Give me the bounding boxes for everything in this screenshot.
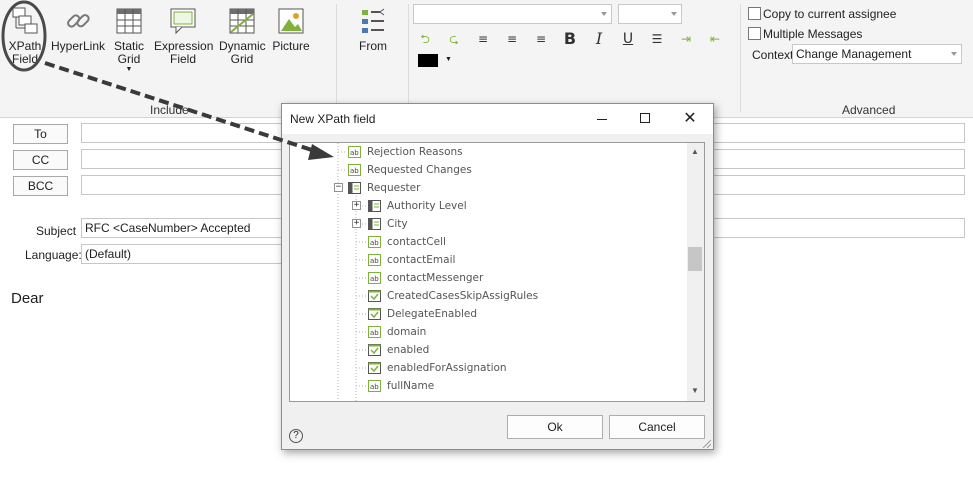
text-attribute-icon: ab	[348, 164, 361, 176]
svg-text:ab: ab	[370, 275, 379, 283]
tree-item-label: contactEmail	[387, 254, 456, 266]
tree-item-label: City	[387, 218, 408, 230]
boolean-attribute-icon	[368, 290, 381, 302]
svg-text:ab: ab	[370, 257, 379, 265]
resize-grip-icon[interactable]	[701, 437, 712, 449]
text-attribute-icon: ab	[348, 146, 361, 158]
cancel-button[interactable]: Cancel	[609, 415, 705, 439]
dialog-title: New XPath field	[290, 112, 376, 126]
svg-text:ab: ab	[370, 329, 379, 337]
text-attribute-icon: ab	[368, 326, 381, 338]
tree-item-label: Authority Level	[387, 200, 467, 212]
to-button[interactable]: To	[13, 124, 68, 144]
help-icon[interactable]: ?	[289, 429, 303, 443]
scroll-up-icon[interactable]: ▲	[691, 147, 699, 156]
text-attribute-icon: ab	[368, 272, 381, 284]
annotation-oval	[1, 0, 47, 72]
text-attribute-icon: ab	[368, 380, 381, 392]
boolean-attribute-icon	[368, 308, 381, 320]
expand-city-icon[interactable]: +	[352, 219, 361, 228]
svg-text:ab: ab	[350, 149, 359, 157]
tree-item-label: enabledForAssignation	[387, 362, 507, 374]
tree-item-label: Requested Changes	[367, 164, 472, 176]
email-body-text: Dear	[11, 290, 44, 307]
tree-item-label: Rejection Reasons	[367, 146, 463, 158]
boolean-attribute-icon	[368, 344, 381, 356]
boolean-attribute-icon	[368, 362, 381, 374]
tree-item-label: contactCell	[387, 236, 446, 248]
svg-text:ab: ab	[370, 239, 379, 247]
tree-item-label: DelegateEnabled	[387, 308, 478, 320]
svg-text:ab: ab	[370, 383, 379, 391]
entity-icon	[368, 200, 381, 212]
tree-item-label: enabled	[387, 344, 430, 356]
bcc-button[interactable]: BCC	[13, 176, 68, 196]
text-attribute-icon: ab	[368, 236, 381, 248]
subject-label: Subject	[36, 224, 77, 238]
tree-item-label: CreatedCasesSkipAssigRules	[387, 290, 539, 302]
dialog-titlebar: New XPath field ✕	[282, 104, 713, 134]
scrollbar-thumb[interactable]	[688, 247, 702, 271]
collapse-requester-icon[interactable]: −	[334, 183, 343, 192]
tree-item-label: Requester	[367, 182, 421, 194]
expand-authority-level-icon[interactable]: +	[352, 201, 361, 210]
cc-button[interactable]: CC	[13, 150, 68, 170]
text-attribute-icon: ab	[368, 254, 381, 266]
tree-item-label: domain	[387, 326, 427, 338]
scroll-down-icon[interactable]: ▼	[691, 386, 699, 395]
minimize-icon[interactable]	[592, 108, 612, 128]
language-label: Language:	[25, 248, 82, 262]
svg-text:ab: ab	[350, 167, 359, 175]
new-xpath-field-dialog: New XPath field ✕ − + + ab Rejection Rea…	[281, 103, 714, 450]
tree-item-label: fullName	[387, 380, 435, 392]
close-icon[interactable]: ✕	[680, 108, 700, 128]
tree-scrollbar[interactable]: ▲ ▼	[687, 143, 704, 401]
tree-item-label: contactMessenger	[387, 272, 484, 284]
language-select[interactable]: (Default)	[81, 244, 291, 264]
ok-button[interactable]: Ok	[507, 415, 603, 439]
maximize-icon[interactable]	[635, 108, 655, 128]
entity-icon	[348, 182, 361, 194]
entity-icon	[368, 218, 381, 230]
xpath-tree-view[interactable]: − + + ab Rejection Reasons ab Requested Cha…	[289, 142, 705, 402]
